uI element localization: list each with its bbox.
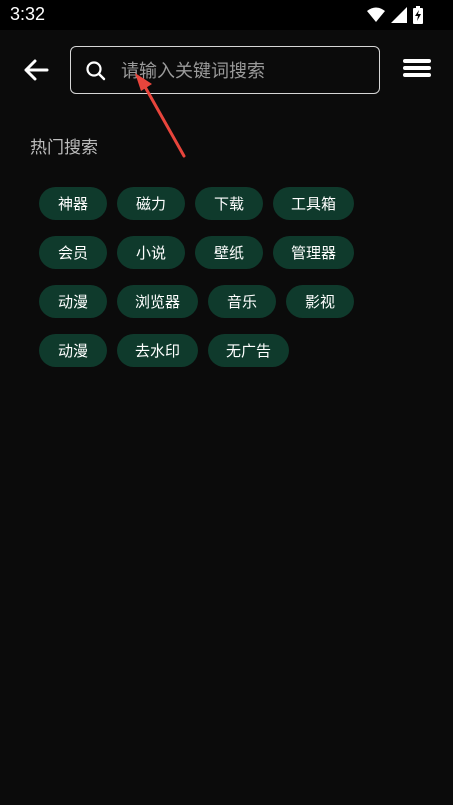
hot-search-tag[interactable]: 下载 <box>195 187 263 220</box>
tag-row: 神器 磁力 下载 工具箱 <box>39 187 429 220</box>
hot-search-tag[interactable]: 小说 <box>117 236 185 269</box>
hot-search-tag[interactable]: 去水印 <box>117 334 199 367</box>
signal-icon <box>391 7 407 23</box>
hot-search-tag[interactable]: 磁力 <box>117 187 185 220</box>
hot-search-tag[interactable]: 动漫 <box>39 334 107 367</box>
menu-icon <box>400 59 434 77</box>
hot-search-tag[interactable]: 无广告 <box>208 334 290 367</box>
annotation-arrow <box>135 73 186 158</box>
status-bar: 3:32 <box>0 0 453 30</box>
hot-search-tag[interactable]: 管理器 <box>273 236 355 269</box>
search-input[interactable] <box>119 55 373 87</box>
hot-search-tag[interactable]: 影视 <box>286 285 355 318</box>
tag-row: 动漫 去水印 无广告 <box>39 334 429 367</box>
back-button[interactable] <box>18 54 54 86</box>
battery-icon <box>413 6 423 24</box>
hot-search-title: 热门搜索 <box>30 138 98 158</box>
hot-search-tag[interactable]: 壁纸 <box>195 236 263 269</box>
hot-search-tag[interactable]: 会员 <box>39 236 107 269</box>
hot-search-tag[interactable]: 动漫 <box>39 285 107 318</box>
header <box>0 30 453 110</box>
tag-row: 动漫 浏览器 音乐 影视 <box>39 285 429 318</box>
status-time: 3:32 <box>10 4 46 24</box>
wifi-icon <box>367 7 385 22</box>
menu-button[interactable] <box>400 56 434 84</box>
back-arrow-icon <box>24 59 49 81</box>
status-icons <box>367 6 423 24</box>
hot-search-tag[interactable]: 神器 <box>39 187 107 220</box>
search-icon <box>86 61 106 81</box>
tag-row: 会员 小说 壁纸 管理器 <box>39 236 429 269</box>
search-box[interactable] <box>70 46 380 94</box>
hot-search-tag[interactable]: 工具箱 <box>273 187 355 220</box>
hot-search-tags: 神器 磁力 下载 工具箱 会员 小说 壁纸 管理器 动漫 浏览器 音乐 影视 动漫 去水印 无广告 <box>39 187 429 383</box>
hot-search-tag[interactable]: 音乐 <box>208 285 277 318</box>
hot-search-tag[interactable]: 浏览器 <box>117 285 199 318</box>
